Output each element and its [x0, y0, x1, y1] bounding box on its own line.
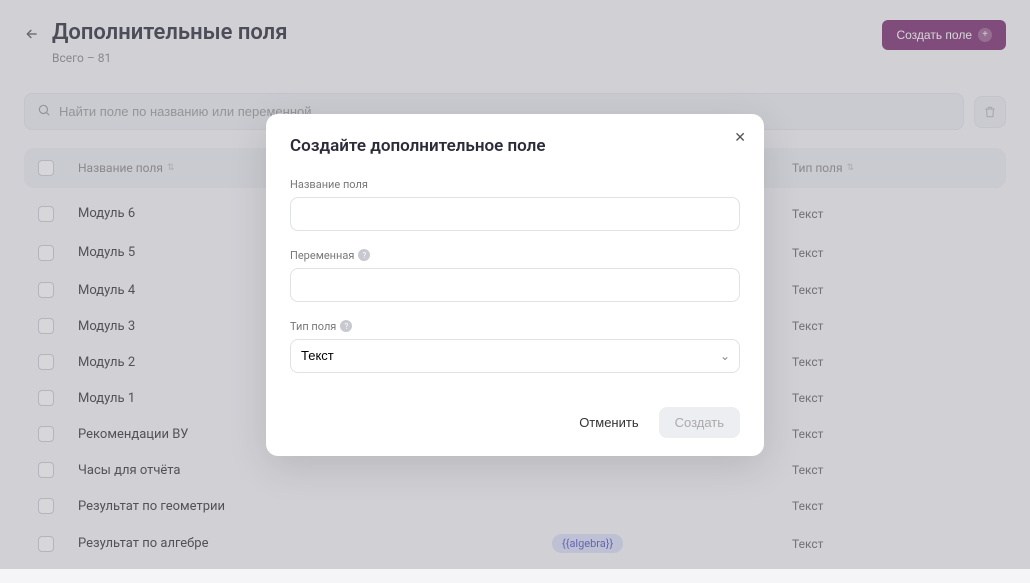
cancel-button[interactable]: Отменить [573, 407, 644, 438]
modal-overlay[interactable]: Создайте дополнительное поле ✕ Название … [0, 0, 1030, 569]
type-label: Тип поля ? [290, 320, 740, 333]
help-icon[interactable]: ? [340, 320, 352, 332]
variable-input[interactable] [290, 268, 740, 302]
submit-button[interactable]: Создать [659, 407, 740, 438]
field-name-label: Название поля [290, 178, 740, 191]
variable-label: Переменная ? [290, 249, 740, 262]
type-group: Тип поля ? Текст ⌄ [290, 320, 740, 373]
close-icon[interactable]: ✕ [734, 130, 746, 146]
field-name-input[interactable] [290, 197, 740, 231]
field-name-group: Название поля [290, 178, 740, 231]
variable-group: Переменная ? [290, 249, 740, 302]
modal-footer: Отменить Создать [290, 407, 740, 438]
help-icon[interactable]: ? [358, 249, 370, 261]
modal-title: Создайте дополнительное поле [290, 136, 740, 156]
create-field-modal: Создайте дополнительное поле ✕ Название … [266, 114, 764, 456]
type-select[interactable]: Текст [290, 339, 740, 373]
